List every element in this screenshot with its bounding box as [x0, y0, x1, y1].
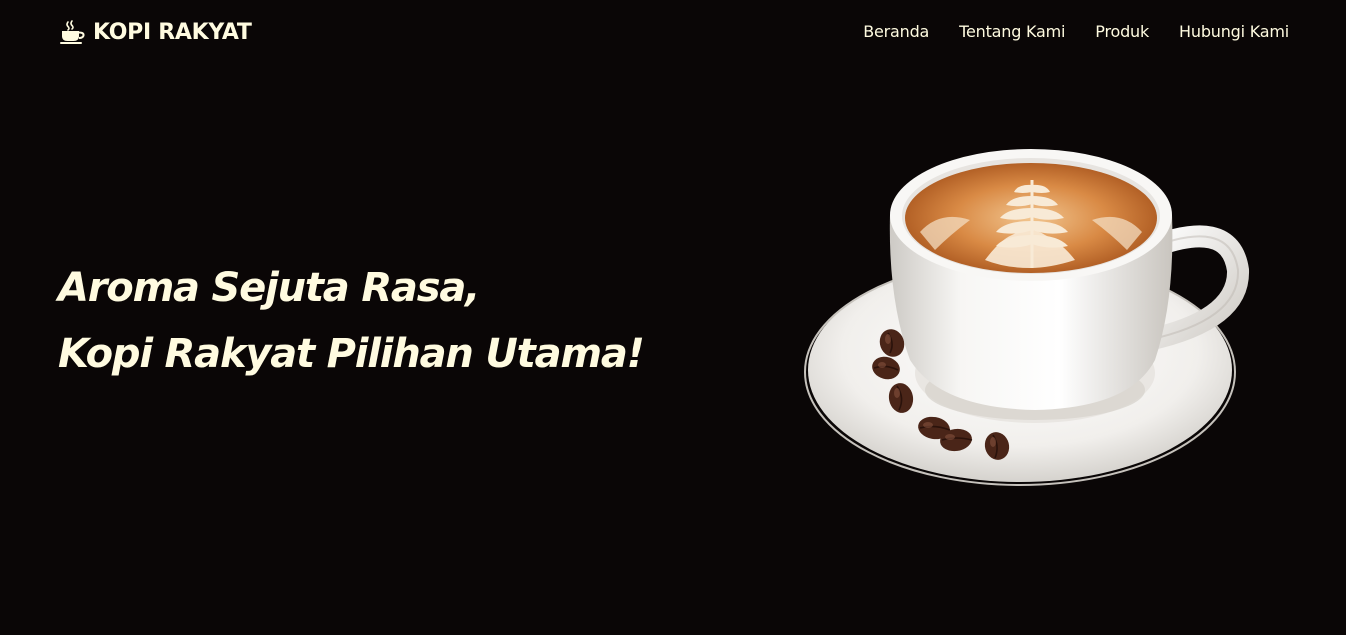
hero-heading: Aroma Sejuta Rasa, Kopi Rakyat Pilihan U…	[58, 255, 645, 387]
nav-link-tentang-kami[interactable]: Tentang Kami	[959, 20, 1065, 44]
nav-link-hubungi-kami[interactable]: Hubungi Kami	[1179, 20, 1289, 44]
latte-cup-image	[800, 140, 1260, 495]
nav-link-produk[interactable]: Produk	[1095, 20, 1149, 44]
brand-logo[interactable]: KOPI RAKYAT	[59, 16, 252, 48]
hero-heading-line-2: Kopi Rakyat Pilihan Utama!	[58, 331, 645, 377]
brand-name: KOPI RAKYAT	[93, 19, 252, 45]
navbar: KOPI RAKYAT Beranda Tentang Kami Produk …	[0, 0, 1346, 66]
main-nav: Beranda Tentang Kami Produk Hubungi Kami	[833, 20, 1289, 44]
nav-link-beranda[interactable]: Beranda	[863, 20, 929, 44]
coffee-cup-icon	[59, 19, 85, 45]
hero-heading-line-1: Aroma Sejuta Rasa,	[58, 265, 480, 311]
